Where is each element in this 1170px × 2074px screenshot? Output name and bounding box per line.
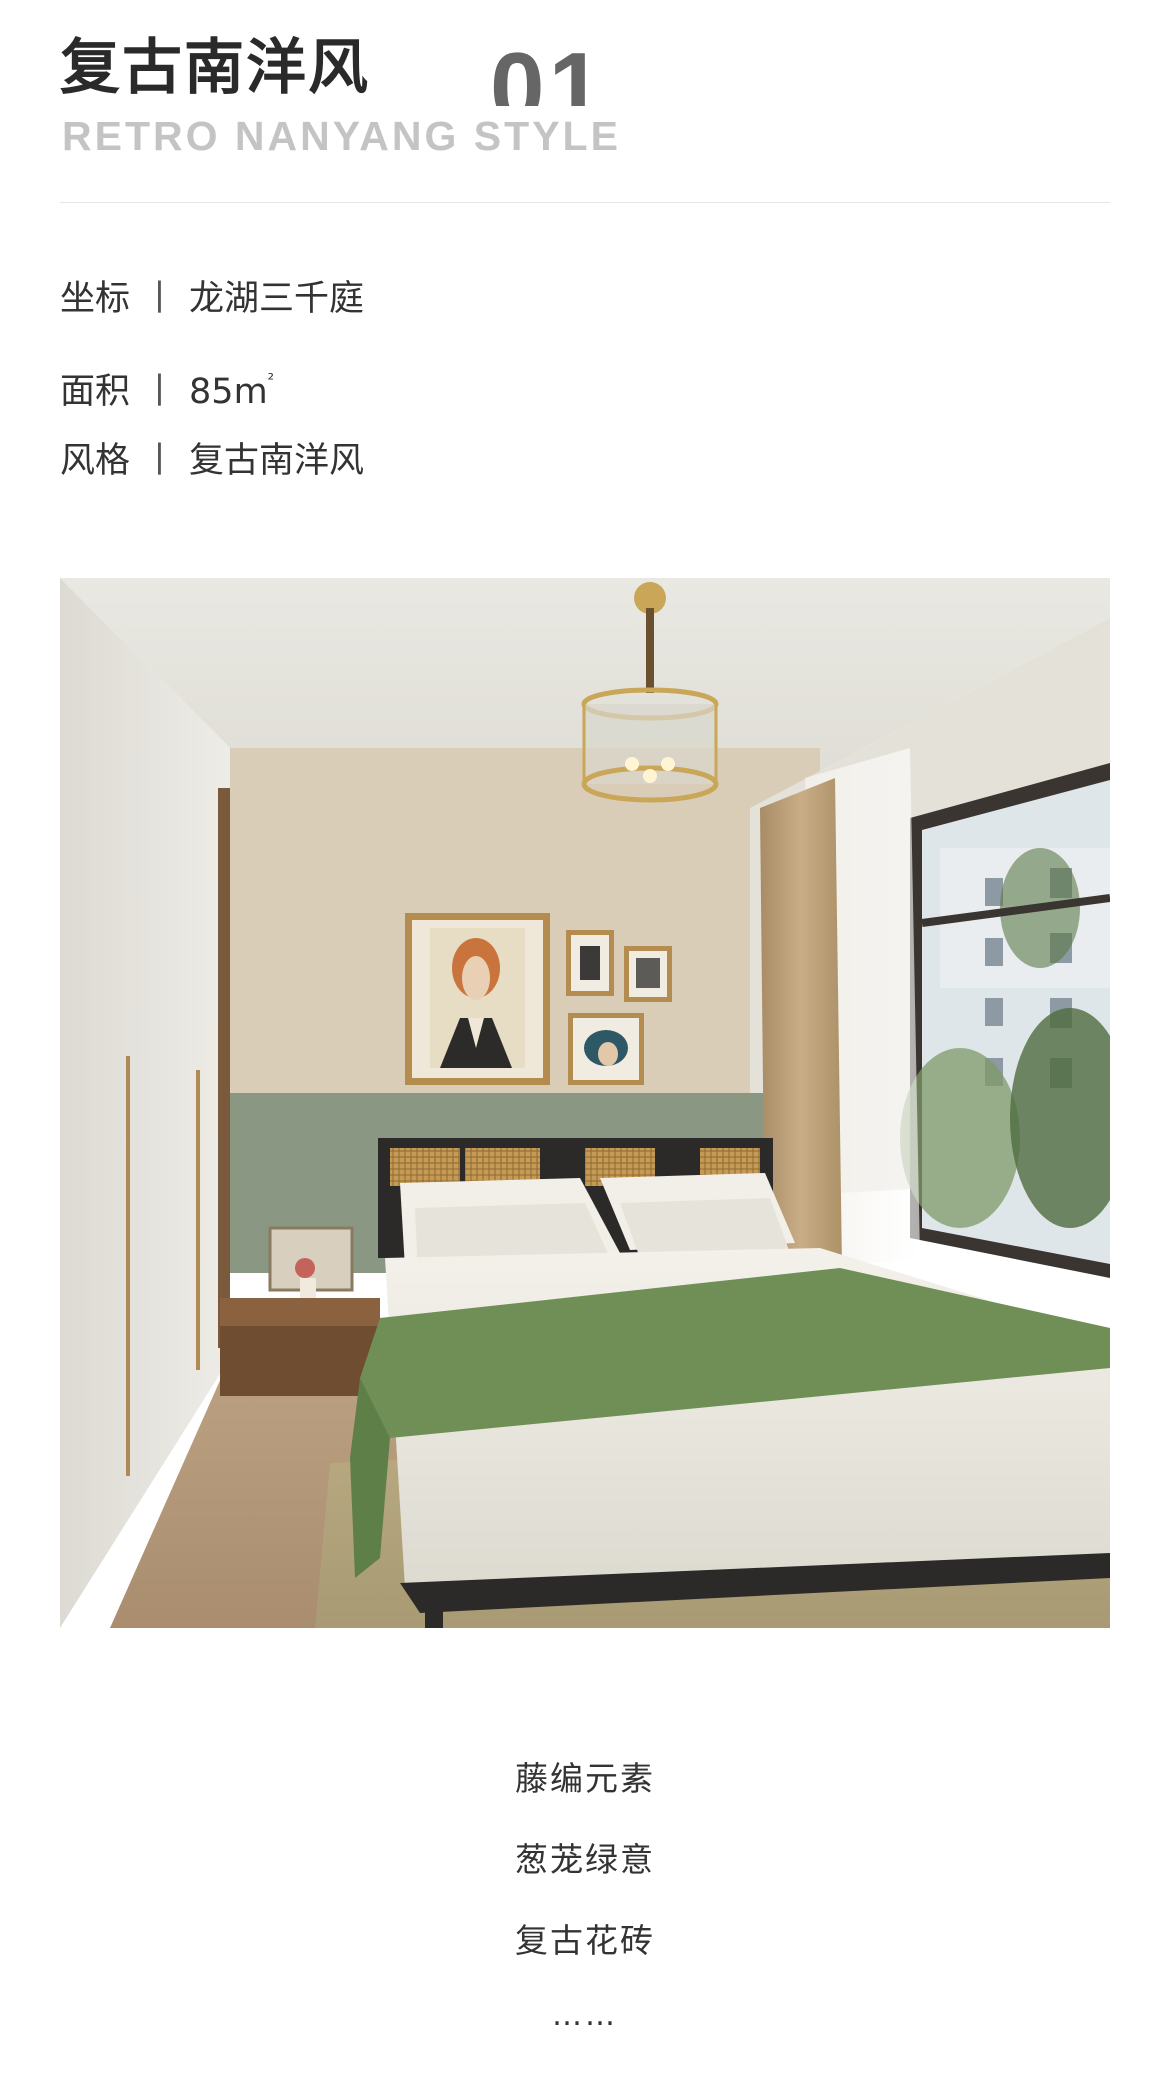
wardrobe-handle (126, 1056, 130, 1476)
header-divider (60, 202, 1110, 203)
artwork-main (405, 913, 550, 1085)
info-row-location: 坐标丨龙湖三千庭 (60, 268, 860, 349)
feature-item: 葱茏绿意 (515, 1840, 655, 1879)
feature-item: 藤编元素 (515, 1759, 655, 1798)
info-value: 85m (189, 372, 268, 412)
page-subtitle: RETRO NANYANG STYLE (62, 113, 621, 159)
info-row-style: 风格丨复古南洋风 (60, 430, 860, 511)
bed-leg (425, 1603, 443, 1628)
info-value: 复古南洋风 (189, 441, 365, 481)
info-value: 龙湖三千庭 (189, 279, 365, 319)
wardrobe-shelf (218, 788, 230, 1348)
header: 复古南洋风 01 RETRO NANYANG STYLE (60, 0, 1110, 205)
info-label: 坐标 (60, 279, 131, 319)
feature-ellipsis: …… (552, 1998, 618, 2033)
info-superscript: ² (267, 370, 275, 389)
info-separator: 丨 (142, 372, 178, 412)
info-row-area: 面积丨 85m² (60, 349, 860, 430)
page-title: 复古南洋风 (60, 33, 370, 103)
bedroom-photo (60, 578, 1110, 1628)
window (900, 763, 1110, 1278)
info-label: 面积 (60, 372, 131, 412)
feature-list: 藤编元素 葱茏绿意 复古花砖 …… (0, 1748, 1170, 2041)
feature-item: 复古花砖 (515, 1921, 655, 1960)
info-separator: 丨 (142, 279, 178, 319)
wardrobe-handle (196, 1070, 200, 1370)
project-info: 坐标丨龙湖三千庭 面积丨 85m² 风格丨复古南洋风 (60, 268, 860, 511)
info-separator: 丨 (142, 441, 178, 481)
info-label: 风格 (60, 441, 131, 481)
section-number: 01 (490, 38, 608, 106)
